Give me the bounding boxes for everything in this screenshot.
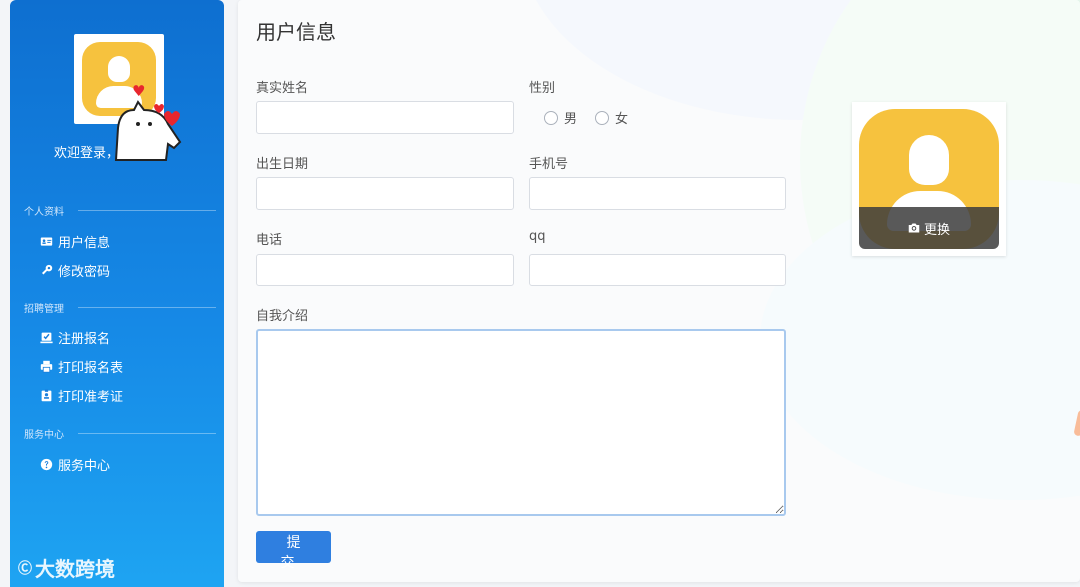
page-title: 用户信息 <box>256 20 336 44</box>
check-square-icon <box>40 332 53 344</box>
real-name-input[interactable] <box>256 101 514 134</box>
camera-icon <box>908 223 920 233</box>
radio-circle <box>544 110 558 125</box>
gender-radio-male[interactable]: 男 <box>544 108 577 127</box>
sidebar-item-label: 打印报名表 <box>58 361 124 376</box>
id-card-icon <box>40 237 53 246</box>
section-header-profile: 个人资料 <box>24 203 216 218</box>
radio-label: 男 <box>564 112 578 127</box>
gender-label: 性别 <box>529 81 556 96</box>
watermark-logo-icon: Ⓒ <box>18 560 32 577</box>
welcome-text: 欢迎登录， <box>54 146 120 161</box>
radio-circle <box>595 110 610 125</box>
sidebar-item-print-form[interactable]: 打印报名表 <box>40 357 123 376</box>
sidebar-item-label: 服务中心 <box>58 459 111 474</box>
change-photo-label: 更换 <box>923 222 950 238</box>
gender-radio-female[interactable]: 女 <box>595 108 628 127</box>
sidebar-item-label: 打印准考证 <box>58 390 124 405</box>
birth-date-input[interactable] <box>256 177 514 210</box>
qq-label: qq <box>529 229 546 244</box>
section-title: 个人资料 <box>24 207 64 218</box>
sidebar-item-user-info[interactable]: 用户信息 <box>40 232 110 251</box>
sidebar-item-print-admission-ticket[interactable]: 打印准考证 <box>40 386 123 405</box>
phone-input[interactable] <box>256 254 514 286</box>
intro-textarea[interactable] <box>256 329 786 516</box>
key-icon <box>42 264 53 275</box>
change-photo-button[interactable]: 更换 <box>859 207 999 249</box>
section-header-service: 服务中心 <box>24 426 216 441</box>
sidebar-item-label: 用户信息 <box>58 236 111 251</box>
sidebar: ♥ 欢迎登录， 个人资料 用户信息 修改密码 招聘管理 注册报名 打印报名表 打… <box>10 0 224 587</box>
gender-radio-group: 男 女 <box>544 108 628 127</box>
cat-sticker-icon <box>114 100 182 161</box>
mobile-label: 手机号 <box>529 157 569 172</box>
section-title: 服务中心 <box>24 430 64 441</box>
sidebar-item-register[interactable]: 注册报名 <box>40 328 110 347</box>
printer-icon <box>40 360 53 373</box>
submit-button[interactable]: 提交 <box>256 531 331 571</box>
watermark-text: 大数跨境 <box>35 557 115 581</box>
section-title: 招聘管理 <box>24 304 64 315</box>
section-header-recruitment: 招聘管理 <box>24 300 216 315</box>
birth-date-label: 出生日期 <box>256 157 309 172</box>
sidebar-item-label: 注册报名 <box>58 332 111 347</box>
qq-input[interactable] <box>529 254 786 286</box>
real-name-label: 真实姓名 <box>256 81 309 96</box>
mobile-input[interactable] <box>529 177 786 210</box>
question-circle-icon <box>40 458 53 471</box>
user-info-card: 用户信息 真实姓名 性别 男 女 出生日期 手机号 电话 qq 自我介绍 提交 … <box>238 0 1080 582</box>
sidebar-item-label: 修改密码 <box>58 265 111 280</box>
radio-label: 女 <box>615 112 629 127</box>
heart-icon: ♥ <box>132 82 146 100</box>
phone-label: 电话 <box>256 233 283 248</box>
photo-card: 更换 <box>852 102 1006 256</box>
badge-icon <box>41 389 52 402</box>
intro-label: 自我介绍 <box>256 309 309 324</box>
sidebar-item-change-password[interactable]: 修改密码 <box>40 261 110 280</box>
watermark: Ⓒ 大数跨境 <box>18 553 115 582</box>
sidebar-item-service-center[interactable]: 服务中心 <box>40 455 110 474</box>
